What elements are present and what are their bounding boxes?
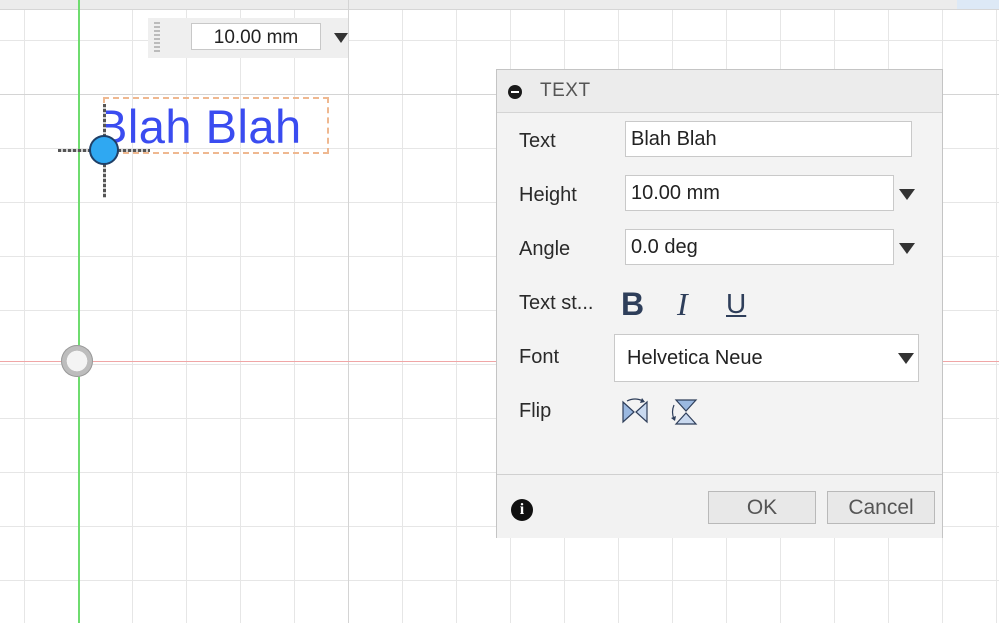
dimension-input-panel: 10.00 mm (148, 18, 348, 58)
underline-button[interactable]: U (726, 287, 746, 321)
text-style-label: Text st... (519, 292, 594, 314)
info-icon[interactable]: i (511, 499, 533, 521)
dialog-title: TEXT (540, 80, 591, 101)
height-dropdown-arrow-icon[interactable] (899, 189, 915, 200)
origin-point-icon[interactable] (61, 345, 93, 377)
ok-button[interactable]: OK (708, 491, 816, 524)
text-input[interactable]: Blah Blah (625, 121, 912, 157)
font-select[interactable]: Helvetica Neue (614, 334, 919, 382)
text-dialog: TEXT Text Blah Blah Height 10.00 mm Angl… (496, 69, 943, 538)
dimension-value-input[interactable]: 10.00 mm (191, 23, 321, 50)
font-label: Font (519, 346, 560, 368)
drag-handle-icon[interactable] (154, 22, 160, 54)
sketch-text-selection-box[interactable]: Blah Blah (103, 97, 329, 154)
flip-horizontal-icon[interactable] (620, 397, 650, 427)
text-label: Text (519, 130, 556, 152)
flip-label: Flip (519, 400, 552, 422)
dialog-header[interactable]: TEXT (497, 70, 942, 113)
angle-label: Angle (519, 238, 571, 260)
dialog-body: Text Blah Blah Height 10.00 mm Angle 0.0… (497, 113, 942, 474)
height-input[interactable]: 10.00 mm (625, 175, 894, 211)
height-label: Height (519, 184, 577, 206)
flip-vertical-icon[interactable] (671, 397, 701, 427)
italic-button[interactable]: I (677, 287, 688, 321)
collapse-icon[interactable] (508, 85, 522, 99)
top-toolbar-accent (957, 0, 999, 9)
sketch-text[interactable]: Blah Blah (105, 101, 302, 153)
dimension-dropdown-arrow-icon[interactable] (334, 33, 348, 43)
dialog-footer: i OK Cancel (497, 474, 942, 538)
text-anchor-point[interactable] (89, 135, 119, 165)
cancel-button[interactable]: Cancel (827, 491, 935, 524)
top-toolbar-strip (0, 0, 999, 10)
angle-input[interactable]: 0.0 deg (625, 229, 894, 265)
angle-dropdown-arrow-icon[interactable] (899, 243, 915, 254)
y-axis-line (78, 0, 80, 623)
font-select-value: Helvetica Neue (627, 347, 763, 369)
font-dropdown-arrow-icon[interactable] (898, 353, 914, 364)
bold-button[interactable]: B (621, 287, 644, 321)
